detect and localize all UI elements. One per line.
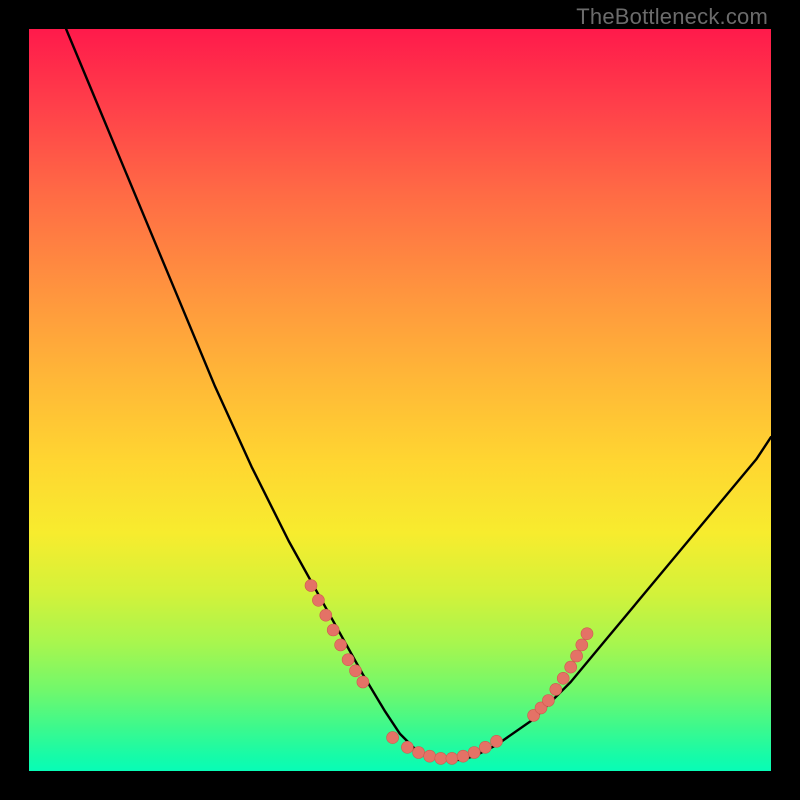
marker-dot (387, 732, 399, 744)
marker-dot (320, 609, 332, 621)
marker-dot (571, 650, 583, 662)
marker-dot (357, 676, 369, 688)
marker-dot (350, 665, 362, 677)
marker-dot (435, 752, 447, 764)
marker-dot (576, 639, 588, 651)
marker-dot (446, 752, 458, 764)
marker-dot (565, 661, 577, 673)
marker-dot (312, 594, 324, 606)
marker-dot (424, 750, 436, 762)
marker-dot (542, 695, 554, 707)
marker-dot (557, 672, 569, 684)
marker-dot (342, 654, 354, 666)
chart-svg (29, 29, 771, 771)
marker-dot (468, 747, 480, 759)
marker-dot (457, 750, 469, 762)
marker-dot (581, 628, 593, 640)
marker-group (305, 580, 593, 765)
chart-frame: TheBottleneck.com (0, 0, 800, 800)
marker-dot (491, 735, 503, 747)
marker-dot (413, 747, 425, 759)
watermark-text: TheBottleneck.com (576, 4, 768, 30)
marker-dot (327, 624, 339, 636)
bottleneck-curve (66, 29, 771, 760)
marker-dot (401, 741, 413, 753)
marker-dot (550, 683, 562, 695)
marker-dot (305, 580, 317, 592)
marker-dot (335, 639, 347, 651)
plot-area (29, 29, 771, 771)
marker-dot (479, 741, 491, 753)
